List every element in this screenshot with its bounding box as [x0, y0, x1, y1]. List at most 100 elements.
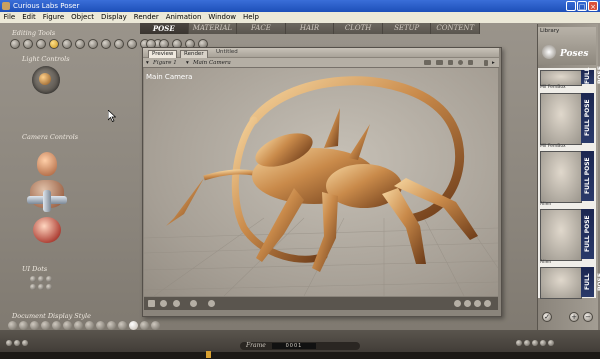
tracking-mode-icon[interactable] — [148, 300, 155, 307]
timeline[interactable] — [0, 352, 600, 359]
ui-dot[interactable] — [38, 284, 44, 290]
render-settings-icon[interactable] — [424, 60, 431, 65]
viewport-scene: Main Camera — [144, 73, 498, 296]
document-menu-arrow[interactable]: ▸ — [492, 59, 495, 67]
viewport[interactable]: Main Camera — [144, 68, 498, 296]
rotate-tool-icon[interactable] — [10, 39, 20, 49]
ground-shadow-icon[interactable] — [190, 300, 197, 307]
pose-figure-icon[interactable] — [542, 45, 556, 59]
menu-edit[interactable]: Edit — [19, 12, 40, 23]
menu-figure[interactable]: Figure — [39, 12, 67, 23]
tab-hair[interactable]: HAIR — [285, 23, 335, 34]
full-pose-badge: FULL POSE — [581, 151, 594, 201]
menu-animation[interactable]: Animation — [162, 12, 205, 23]
depth-cue-icon[interactable] — [173, 300, 180, 307]
anim-button[interactable] — [540, 340, 546, 346]
anim-button[interactable] — [532, 340, 538, 346]
camera-trackball-icon[interactable] — [33, 217, 61, 243]
display-style-button[interactable] — [8, 321, 17, 330]
viewport-dot-icon[interactable] — [474, 300, 481, 307]
library-thumbnail[interactable] — [540, 209, 582, 261]
anim-button[interactable] — [516, 340, 522, 346]
view-menu-icon[interactable] — [160, 300, 167, 307]
display-style-button[interactable] — [85, 321, 94, 330]
anim-button[interactable] — [14, 340, 20, 346]
view-magnifier-icon[interactable] — [127, 39, 137, 49]
menu-object[interactable]: Object — [68, 12, 98, 23]
minimize-button[interactable]: _ — [566, 1, 576, 11]
chain-break-tool-icon[interactable] — [88, 39, 98, 49]
tab-face[interactable]: FACE — [237, 23, 286, 34]
display-style-button[interactable] — [19, 321, 28, 330]
pose-tool-icon[interactable] — [49, 39, 59, 49]
ui-dot[interactable] — [38, 276, 44, 282]
display-style-button[interactable] — [30, 321, 39, 330]
title-bar: Curious Labs Poser _ □ × — [0, 0, 600, 12]
tab-content[interactable]: CONTENT — [431, 23, 481, 34]
camera-select-arrow[interactable]: ▾ — [186, 59, 189, 67]
light-sphere-icon[interactable] — [39, 73, 51, 85]
menu-display[interactable]: Display — [97, 12, 130, 23]
figure-select[interactable]: Figure 1 — [153, 59, 177, 67]
viewport-dot-icon[interactable] — [454, 300, 461, 307]
anim-button[interactable] — [548, 340, 554, 346]
camera-select[interactable]: Main Camera — [193, 59, 231, 67]
library-thumbnail[interactable] — [540, 70, 582, 86]
grouping-tool-icon[interactable] — [114, 39, 124, 49]
display-style-button[interactable] — [74, 321, 83, 330]
display-style-button[interactable] — [52, 321, 61, 330]
frame-number[interactable]: 0001 — [272, 343, 316, 349]
tab-material[interactable]: MATERIAL — [188, 23, 238, 34]
close-button[interactable]: × — [588, 1, 598, 11]
maximize-button[interactable]: □ — [577, 1, 587, 11]
menu-window[interactable]: Window — [205, 12, 240, 23]
background-color-icon[interactable] — [436, 60, 443, 65]
display-style-button[interactable] — [140, 321, 149, 330]
timeline-playhead[interactable] — [206, 351, 211, 358]
tab-setup[interactable]: SETUP — [382, 23, 432, 34]
remove-icon[interactable]: − — [583, 312, 593, 322]
library-category[interactable]: Poses — [560, 49, 588, 59]
apply-check-icon[interactable]: ✓ — [542, 312, 552, 322]
tab-preview[interactable]: Preview — [148, 50, 178, 58]
figure-select-arrow[interactable]: ▾ — [146, 59, 149, 67]
camera-head-icon[interactable] — [37, 152, 57, 176]
foreground-color-icon[interactable] — [448, 60, 453, 65]
toggle-tracking-icon[interactable] — [484, 60, 488, 66]
twist-tool-icon[interactable] — [23, 39, 33, 49]
tab-render[interactable]: Render — [180, 50, 208, 58]
display-style-button[interactable] — [63, 321, 72, 330]
display-style-button[interactable] — [41, 321, 50, 330]
scale-tool-icon[interactable] — [62, 39, 72, 49]
display-style-button[interactable] — [107, 321, 116, 330]
move-cross-vertical-icon[interactable] — [43, 190, 51, 212]
anim-button[interactable] — [22, 340, 28, 346]
menu-help[interactable]: Help — [240, 12, 263, 23]
shadow-color-icon[interactable] — [458, 60, 463, 65]
translate-tool-icon[interactable] — [36, 39, 46, 49]
ui-dot[interactable] — [30, 276, 36, 282]
viewport-dot-icon[interactable] — [484, 300, 491, 307]
ui-dot[interactable] — [46, 284, 52, 290]
ground-color-icon[interactable] — [468, 60, 473, 65]
tab-cloth[interactable]: CLOTH — [334, 23, 383, 34]
render-icon[interactable] — [208, 300, 215, 307]
menu-file[interactable]: File — [0, 12, 19, 23]
tab-pose[interactable]: POSE — [140, 23, 189, 34]
ui-dot[interactable] — [46, 276, 52, 282]
display-style-button[interactable] — [118, 321, 127, 330]
library-thumbnail[interactable] — [540, 151, 582, 203]
add-icon[interactable]: + — [569, 312, 579, 322]
display-style-button-selected[interactable] — [129, 321, 138, 330]
viewport-dot-icon[interactable] — [464, 300, 471, 307]
library-thumbnail[interactable] — [540, 93, 582, 145]
taper-tool-icon[interactable] — [75, 39, 85, 49]
color-tool-icon[interactable] — [101, 39, 111, 49]
ui-dot[interactable] — [30, 284, 36, 290]
anim-button[interactable] — [524, 340, 530, 346]
library-thumbnail[interactable] — [540, 267, 582, 299]
display-style-button[interactable] — [151, 321, 160, 330]
anim-button[interactable] — [6, 340, 12, 346]
display-style-button[interactable] — [96, 321, 105, 330]
menu-render[interactable]: Render — [130, 12, 162, 23]
